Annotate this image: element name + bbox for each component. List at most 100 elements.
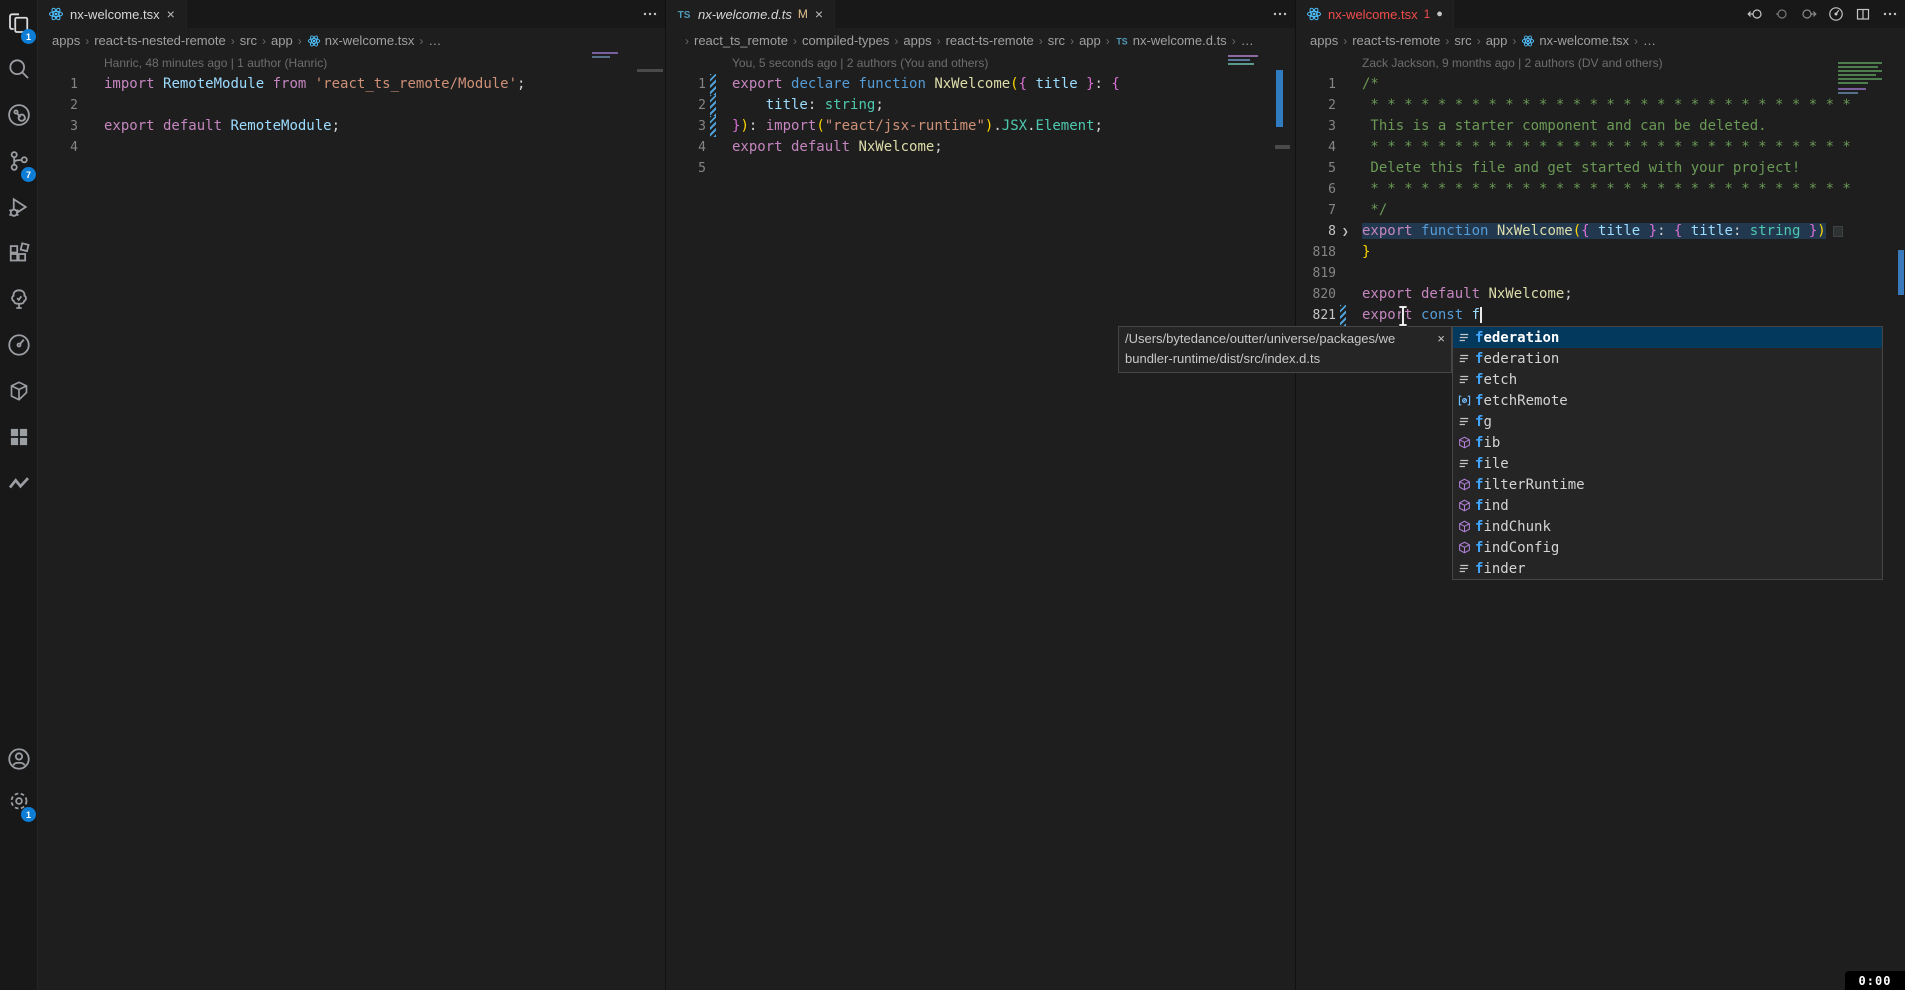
suggest-label: federation	[1475, 330, 1559, 346]
gutter	[78, 137, 104, 158]
line-number: 5	[666, 158, 706, 179]
tab-nx-welcome.d.ts[interactable]: TSnx-welcome.d.tsM×	[666, 0, 835, 28]
breadcrumb-item[interactable]: src	[1048, 33, 1065, 48]
suggest-item-findConfig[interactable]: findConfig	[1453, 537, 1882, 558]
suggest-item-fg[interactable]: fg	[1453, 411, 1882, 432]
code-text[interactable]: export default NxWelcome;	[1362, 284, 1573, 305]
overview-ruler-modified-marker[interactable]	[1898, 250, 1904, 295]
code-text[interactable]: }	[1362, 242, 1370, 263]
breadcrumb-item[interactable]: react-ts-remote	[1352, 33, 1440, 48]
code-text[interactable]: export declare function NxWelcome({ titl…	[732, 74, 1120, 95]
code-text[interactable]: import RemoteModule from 'react_ts_remot…	[104, 74, 525, 95]
suggest-item-findChunk[interactable]: findChunk	[1453, 516, 1882, 537]
git-blame-annotation[interactable]: You, 5 seconds ago | 2 authors (You and …	[666, 53, 1295, 74]
activity-bar-git-annotate[interactable]	[3, 100, 35, 134]
activity-bar-timeline[interactable]	[3, 330, 35, 364]
suggest-item-fib[interactable]: fib	[1453, 432, 1882, 453]
suggest-item-fetchRemote[interactable]: fetchRemote	[1453, 390, 1882, 411]
more-icon[interactable]	[641, 5, 659, 23]
close-icon[interactable]: ×	[166, 7, 176, 21]
more-icon[interactable]	[1881, 5, 1899, 23]
code-text[interactable]: */	[1362, 200, 1387, 221]
breadcrumb-item[interactable]: …	[428, 33, 441, 48]
suggest-item-filterRuntime[interactable]: filterRuntime	[1453, 474, 1882, 495]
breadcrumb-item[interactable]: src	[240, 33, 257, 48]
breadcrumb-item[interactable]: nx-welcome.tsx	[307, 33, 415, 48]
close-icon[interactable]: ×	[1433, 329, 1445, 349]
breadcrumb-item[interactable]: react_ts_remote	[694, 33, 788, 48]
breadcrumb-item[interactable]: app	[271, 33, 293, 48]
git-blame-annotation[interactable]: Zack Jackson, 9 months ago | 2 authors (…	[1296, 53, 1905, 74]
more-icon[interactable]	[1271, 5, 1289, 23]
dirty-dot-icon[interactable]: ●	[1436, 8, 1443, 20]
code-text[interactable]: This is a starter component and can be d…	[1362, 116, 1767, 137]
git-blame-annotation[interactable]: Hanric, 48 minutes ago | 1 author (Hanri…	[38, 53, 665, 74]
code-text[interactable]: * * * * * * * * * * * * * * * * * * * * …	[1362, 95, 1851, 116]
activity-bar-run-and-debug[interactable]	[3, 192, 35, 226]
code-text[interactable]: }): import("react/jsx-runtime").JSX.Elem…	[732, 116, 1103, 137]
code-text[interactable]: /*	[1362, 74, 1379, 95]
suggest-item-file[interactable]: file	[1453, 453, 1882, 474]
minimap-modified-marker[interactable]	[1276, 70, 1283, 127]
tab-nx-welcome.tsx[interactable]: nx-welcome.tsx1●	[1296, 0, 1454, 28]
activity-bar-source-control[interactable]: 7	[3, 146, 35, 180]
change-icon[interactable]	[1773, 5, 1791, 23]
line-number: 3	[1296, 116, 1336, 137]
suggest-item-federation[interactable]: federation	[1453, 327, 1882, 348]
scrollbar-handle[interactable]	[1275, 145, 1290, 149]
breadcrumb-item[interactable]: react-ts-remote	[946, 33, 1034, 48]
activity-bar-grid-extension[interactable]	[3, 422, 35, 456]
breadcrumb-item[interactable]: react-ts-nested-remote	[94, 33, 226, 48]
breadcrumb-item[interactable]: app	[1486, 33, 1508, 48]
breadcrumb-item[interactable]: compiled-types	[802, 33, 889, 48]
code-text[interactable]: export function NxWelcome({ title }: { t…	[1362, 221, 1843, 242]
code-text[interactable]: export const f	[1362, 305, 1482, 326]
breadcrumb-item[interactable]: …	[1643, 33, 1656, 48]
breadcrumb-item[interactable]: apps	[52, 33, 80, 48]
code-text[interactable]: export default RemoteModule;	[104, 116, 340, 137]
suggest-item-federation[interactable]: federation	[1453, 348, 1882, 369]
minimap-line	[592, 52, 618, 54]
breadcrumb-separator: ›	[894, 34, 898, 48]
folded-range-indicator[interactable]	[1833, 226, 1843, 237]
activity-bar-test-explorer[interactable]	[3, 284, 35, 318]
activity-bar-squiggle-extension[interactable]	[3, 468, 35, 502]
suggest-item-find[interactable]: find	[1453, 495, 1882, 516]
code-text[interactable]: title: string;	[732, 95, 884, 116]
split-editor-icon[interactable]	[1854, 5, 1872, 23]
gutter: ❯	[1336, 221, 1362, 242]
search-icon	[7, 57, 31, 86]
breadcrumb-item[interactable]: src	[1454, 33, 1471, 48]
code-text[interactable]: * * * * * * * * * * * * * * * * * * * * …	[1362, 179, 1851, 200]
suggest-details-path-2: bundler-runtime/dist/src/index.d.ts	[1125, 349, 1445, 369]
close-icon[interactable]: ×	[814, 7, 824, 21]
gutter	[78, 116, 104, 137]
breadcrumb-item[interactable]: …	[1241, 33, 1254, 48]
breadcrumb-item[interactable]: apps	[1310, 33, 1338, 48]
next-change-icon[interactable]	[1800, 5, 1818, 23]
history-icon[interactable]	[1827, 5, 1845, 23]
tab-nx-welcome.tsx[interactable]: nx-welcome.tsx×	[38, 0, 187, 28]
code-text[interactable]: Delete this file and get started with yo…	[1362, 158, 1800, 179]
scrollbar-handle[interactable]	[637, 69, 663, 72]
breadcrumb-item[interactable]: apps	[903, 33, 931, 48]
suggest-item-finder[interactable]: finder	[1453, 558, 1882, 579]
breadcrumb-item[interactable]: TSnx-welcome.d.ts	[1115, 33, 1227, 48]
code-editor: You, 5 seconds ago | 2 authors (You and …	[666, 53, 1295, 179]
code-line-4: 4 * * * * * * * * * * * * * * * * * * * …	[1296, 137, 1905, 158]
breadcrumb-item[interactable]: app	[1079, 33, 1101, 48]
activity-bar-search[interactable]	[3, 54, 35, 88]
prev-change-icon[interactable]	[1746, 5, 1764, 23]
activity-bar-extensions[interactable]	[3, 238, 35, 272]
activity-bar-explorer[interactable]: 1	[3, 8, 35, 42]
activity-bar-manage-settings[interactable]: 1	[3, 786, 35, 820]
minimap-line	[1838, 62, 1882, 64]
suggest-item-fetch[interactable]: fetch	[1453, 369, 1882, 390]
code-text[interactable]: export default NxWelcome;	[732, 137, 943, 158]
breadcrumb-item[interactable]: nx-welcome.tsx	[1521, 33, 1629, 48]
modified-line-marker	[710, 95, 716, 116]
activity-bar-accounts[interactable]	[3, 744, 35, 778]
activity-bar-nx-console[interactable]	[3, 376, 35, 410]
fold-chevron-icon[interactable]: ❯	[1342, 221, 1349, 242]
code-text[interactable]: * * * * * * * * * * * * * * * * * * * * …	[1362, 137, 1851, 158]
